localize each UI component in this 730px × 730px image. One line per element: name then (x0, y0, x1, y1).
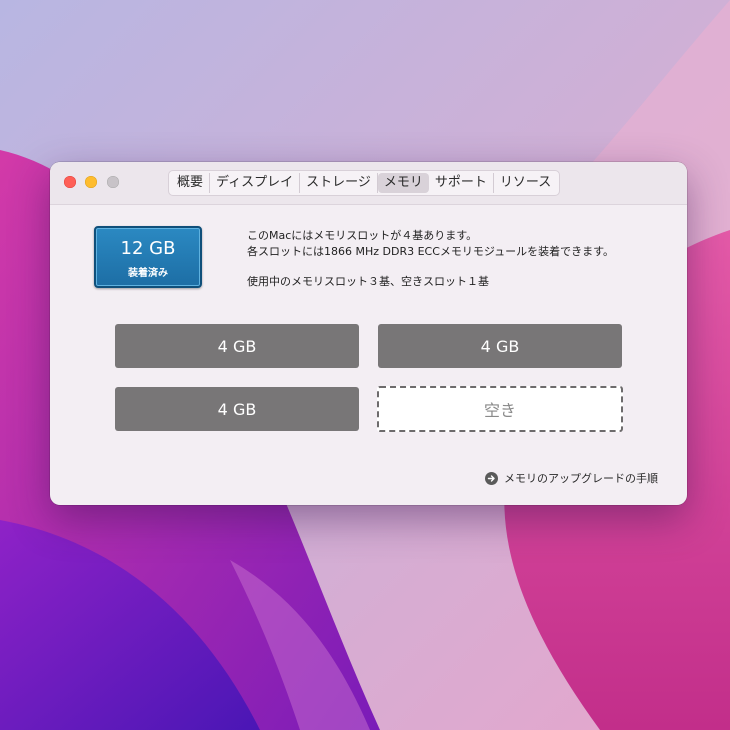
installed-memory-badge: 12 GB 装着済み (94, 226, 202, 288)
memory-total: 12 GB (120, 238, 176, 259)
memory-upgrade-link[interactable]: メモリのアップグレードの手順 (485, 470, 658, 486)
tab-bar: 概要 ディスプレイ ストレージ メモリ サポート リソース (168, 170, 561, 196)
memory-slot-1: 4 GB (115, 324, 359, 368)
about-this-mac-window: 概要 ディスプレイ ストレージ メモリ サポート リソース 12 GB 装着済み… (50, 162, 687, 505)
memory-info: このMacにはメモリスロットが４基あります。 各スロットには1866 MHz D… (247, 228, 614, 290)
module-spec-text: 各スロットには1866 MHz DDR3 ECCメモリモジュールを装着できます。 (247, 245, 615, 258)
arrow-right-circle-icon (485, 471, 498, 485)
title-bar: 概要 ディスプレイ ストレージ メモリ サポート リソース (50, 162, 687, 205)
slot-usage-text: 使用中のメモリスロット３基、空きスロット１基 (247, 275, 489, 288)
installed-label: 装着済み (128, 268, 168, 279)
close-light-icon[interactable] (64, 176, 76, 188)
memory-slot-4-empty: 空き (377, 386, 623, 432)
tab-storage[interactable]: ストレージ (300, 173, 378, 193)
tab-memory[interactable]: メモリ (377, 173, 429, 193)
tab-displays[interactable]: ディスプレイ (210, 173, 301, 193)
memory-slot-3: 4 GB (115, 387, 359, 431)
zoom-light-icon[interactable] (107, 176, 119, 188)
tab-overview[interactable]: 概要 (171, 173, 211, 193)
memory-upgrade-label: メモリのアップグレードの手順 (504, 472, 658, 485)
tab-support[interactable]: サポート (429, 173, 494, 193)
minimize-light-icon[interactable] (85, 176, 97, 188)
memory-slot-2: 4 GB (378, 324, 622, 368)
tab-service[interactable]: リソース (494, 173, 557, 193)
slot-count-text: このMacにはメモリスロットが４基あります。 (247, 229, 478, 242)
